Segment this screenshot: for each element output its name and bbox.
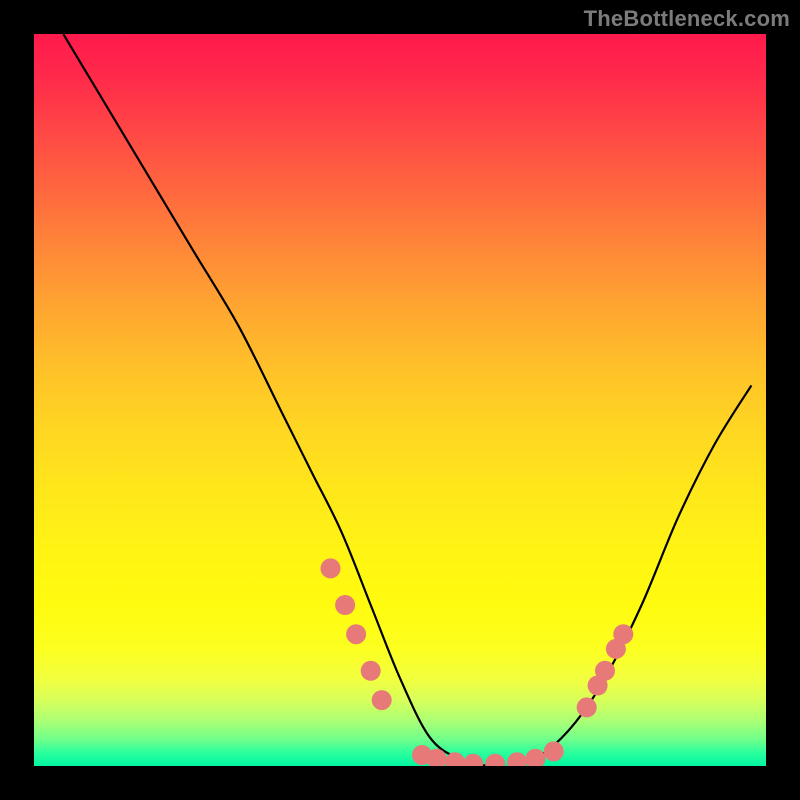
data-marker [613,624,633,644]
chart-svg [34,34,766,766]
data-marker [346,624,366,644]
data-marker [507,752,527,766]
data-marker [335,595,355,615]
data-marker [577,697,597,717]
data-marker [525,749,545,766]
data-marker [372,690,392,710]
watermark-text: TheBottleneck.com [584,6,790,32]
marker-group [321,558,634,766]
data-marker [361,661,381,681]
data-marker [321,558,341,578]
data-marker [595,661,615,681]
chart-plot-area [34,34,766,766]
data-marker [544,741,564,761]
data-marker [485,754,505,766]
bottleneck-curve [63,34,751,766]
data-marker [463,754,483,766]
